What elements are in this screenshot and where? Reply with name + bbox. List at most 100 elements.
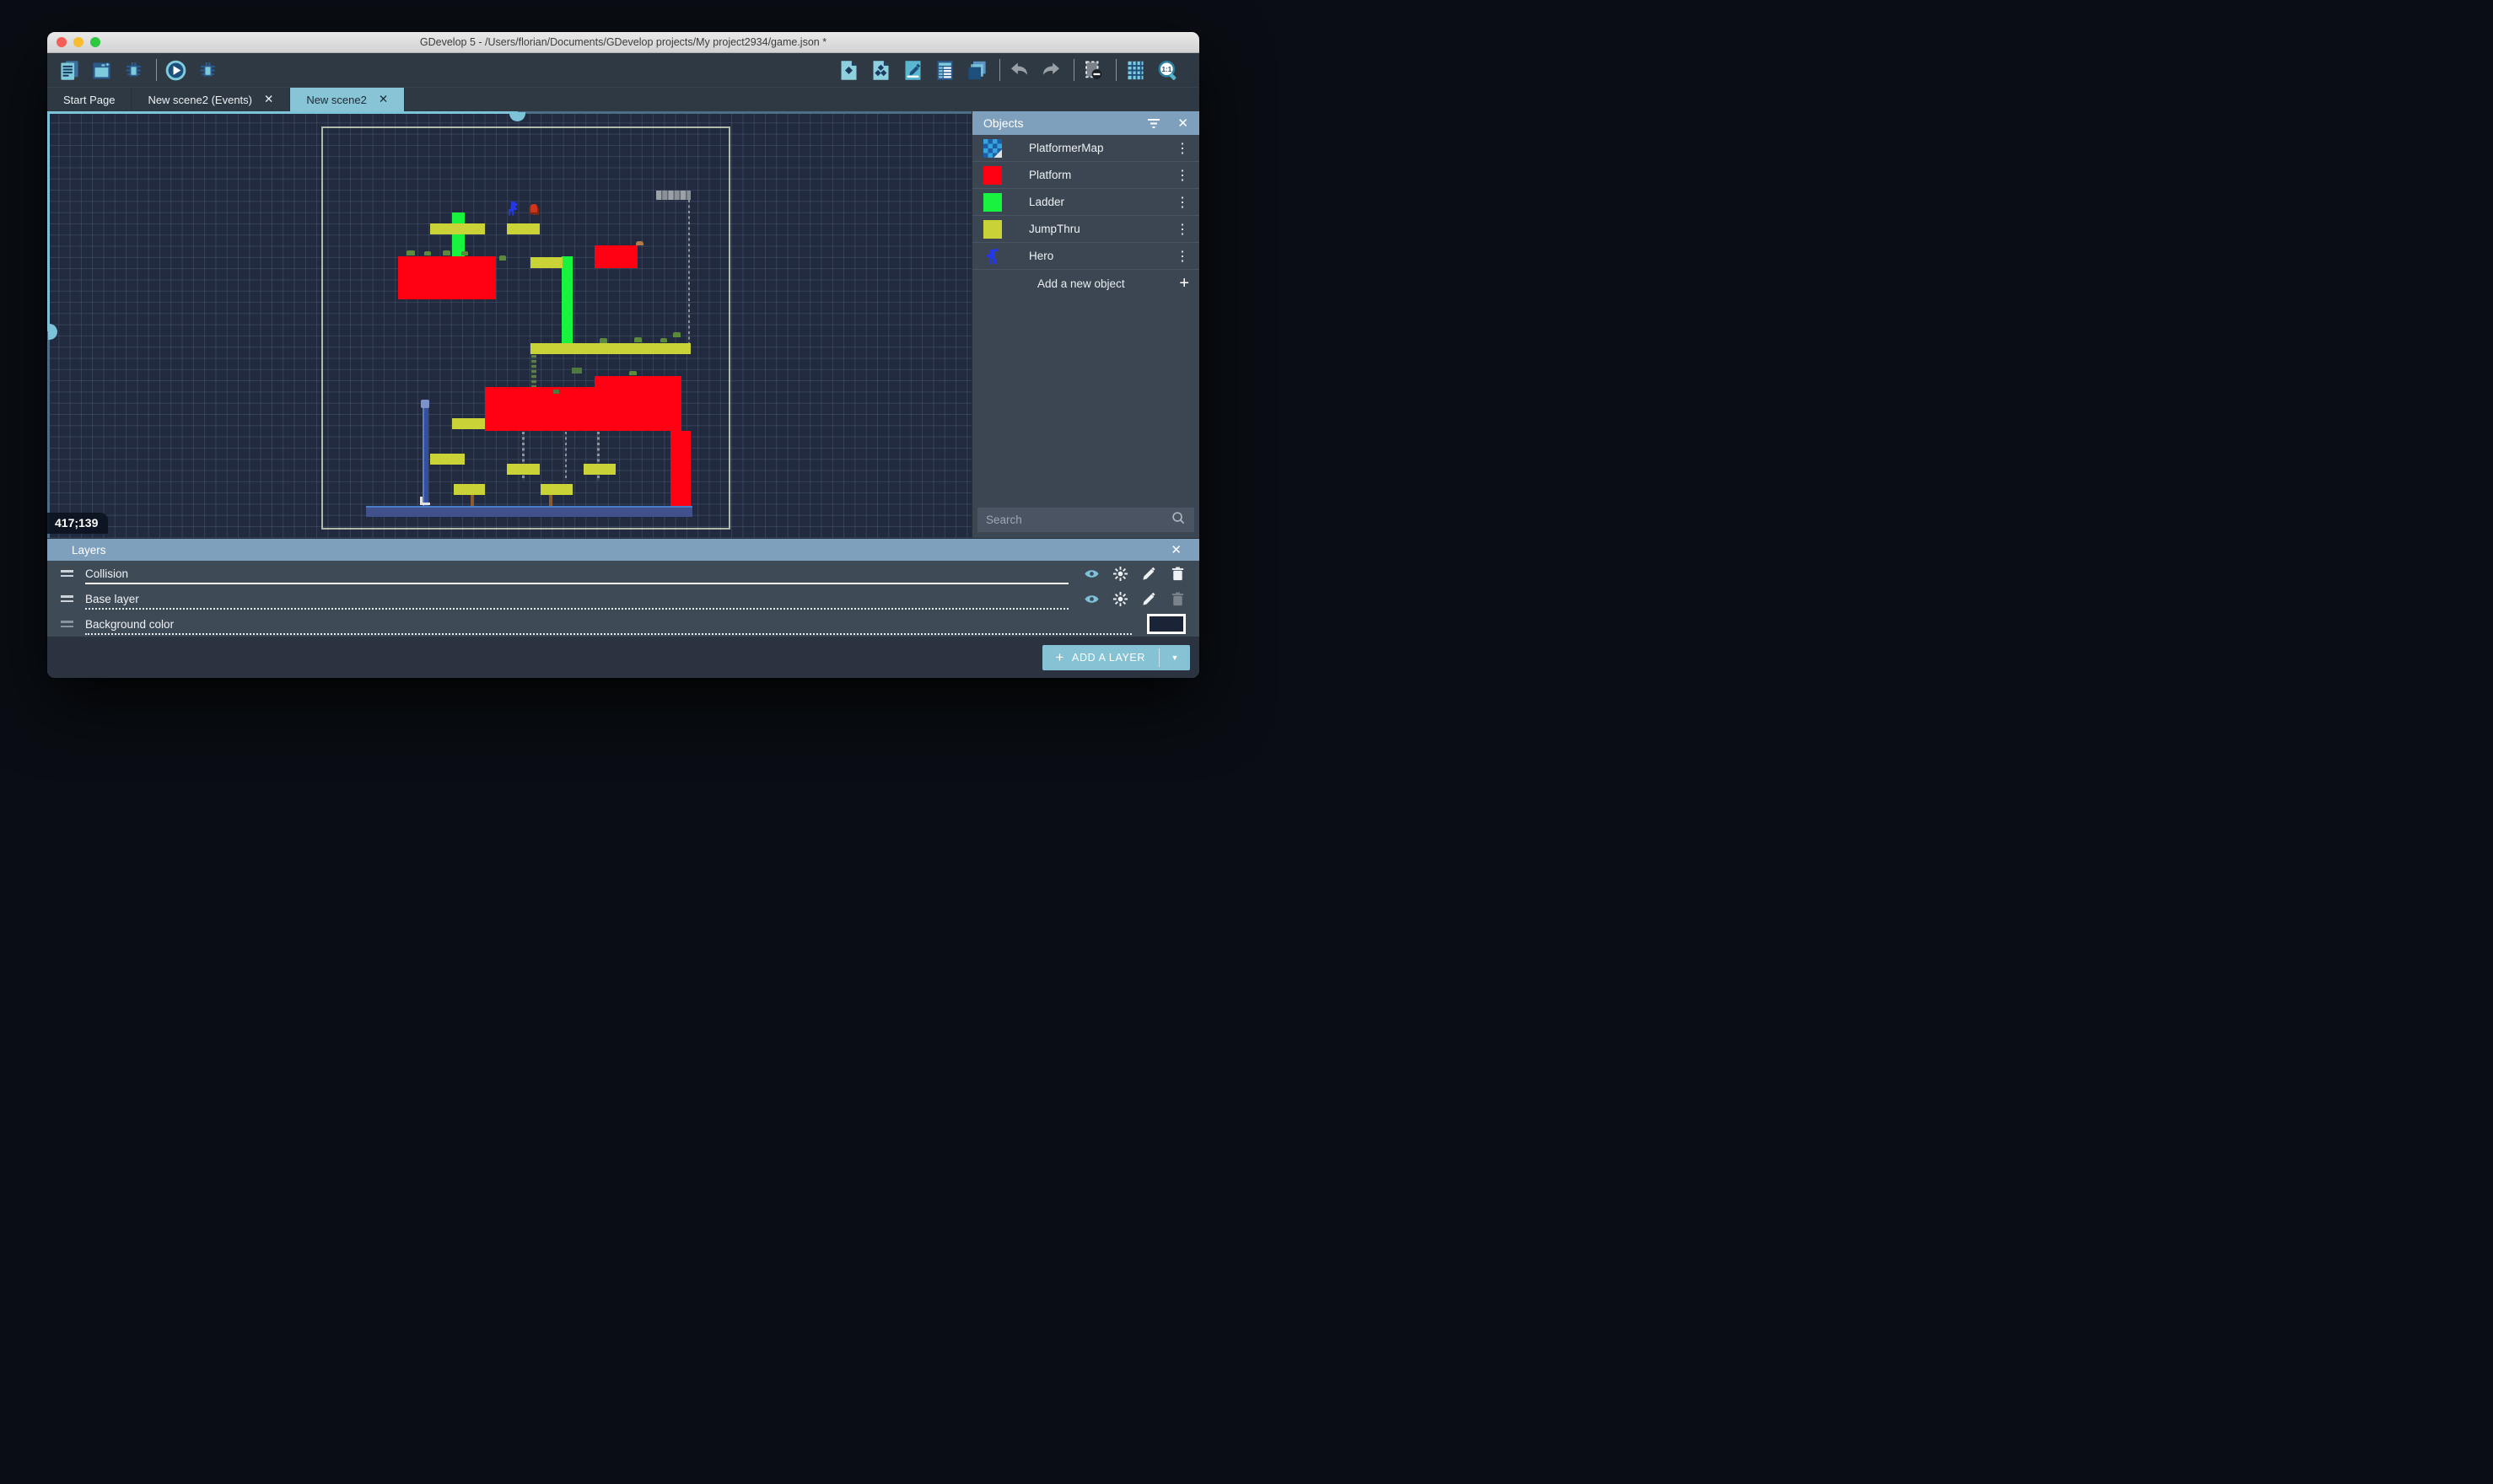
delete-icon[interactable] <box>1170 591 1186 607</box>
add-new-object-button[interactable]: Add a new object + <box>972 270 1199 298</box>
object-row-platform[interactable]: Platform⋮ <box>972 162 1199 189</box>
scene-plant[interactable] <box>572 368 582 374</box>
scene-post[interactable] <box>549 495 552 506</box>
scene-plant[interactable] <box>553 390 559 394</box>
visibility-icon[interactable] <box>1084 591 1100 607</box>
effects-icon[interactable] <box>1112 566 1128 582</box>
scene-grass-tuft[interactable] <box>634 337 642 342</box>
object-menu-kebab-icon[interactable]: ⋮ <box>1174 194 1191 211</box>
object-menu-kebab-icon[interactable]: ⋮ <box>1174 248 1191 265</box>
scene-jumpthru-instance[interactable] <box>530 257 563 268</box>
layer-row-background-color[interactable]: Background color <box>47 611 1199 637</box>
undo-icon[interactable] <box>1008 59 1031 82</box>
scene-platform-instance[interactable] <box>595 245 638 268</box>
vertical-scrollbar-thumb[interactable] <box>48 324 57 340</box>
scene-canvas[interactable]: 417;139 <box>47 111 972 538</box>
open-objects-panel-icon[interactable] <box>837 59 860 82</box>
close-icon[interactable]: ✕ <box>1177 116 1188 131</box>
object-menu-kebab-icon[interactable]: ⋮ <box>1174 221 1191 238</box>
edit-icon[interactable] <box>1141 566 1157 582</box>
scene-ground[interactable] <box>366 506 692 517</box>
scene-chain[interactable] <box>565 432 568 481</box>
vertical-scrollbar[interactable] <box>47 111 50 538</box>
add-layer-button[interactable]: + ADD A LAYER ▼ <box>1042 645 1191 670</box>
titlebar[interactable]: GDevelop 5 - /Users/florian/Documents/GD… <box>47 32 1199 53</box>
plus-icon[interactable]: + <box>1179 274 1189 293</box>
scene-grass-tuft[interactable] <box>407 250 415 255</box>
scene-jumpthru-instance[interactable] <box>584 464 617 475</box>
tab-new-scene2-events-[interactable]: New scene2 (Events)✕ <box>132 88 290 111</box>
tab-close-icon[interactable]: ✕ <box>264 94 273 105</box>
add-layer-dropdown-arrow-icon[interactable]: ▼ <box>1160 645 1190 670</box>
open-instances-list-icon[interactable] <box>934 59 956 82</box>
scene-platform-instance[interactable] <box>595 376 682 387</box>
scene-ladder-instance[interactable] <box>562 256 573 345</box>
scene-jumpthru-instance[interactable] <box>541 484 573 495</box>
object-row-platformermap[interactable]: PlatformerMap⋮ <box>972 135 1199 162</box>
scene-bricks[interactable] <box>656 191 692 201</box>
open-layers-panel-icon[interactable] <box>966 59 988 82</box>
effects-icon[interactable] <box>1112 591 1128 607</box>
scene-platform-instance[interactable] <box>485 387 681 431</box>
object-search-box[interactable] <box>977 508 1194 532</box>
scene-platform-instance[interactable] <box>670 431 691 506</box>
scene-grass-tuft[interactable] <box>600 338 607 343</box>
scene-grass-tuft[interactable] <box>660 338 667 342</box>
play-preview-icon[interactable] <box>164 59 187 82</box>
scene-post[interactable] <box>471 495 474 506</box>
open-properties-icon[interactable] <box>902 59 924 82</box>
redo-icon[interactable] <box>1040 59 1063 82</box>
filter-icon[interactable] <box>1147 117 1160 129</box>
scene-jumpthru-instance[interactable] <box>452 418 485 429</box>
debug-preview-icon[interactable] <box>197 59 219 82</box>
scene-pole-cap[interactable] <box>421 400 429 408</box>
tab-new-scene2[interactable]: New scene2✕ <box>290 88 405 111</box>
layer-row-base-layer[interactable]: Base layer <box>47 586 1199 611</box>
scene-mushroom[interactable] <box>636 241 643 245</box>
scene-grass-tuft[interactable] <box>461 251 468 255</box>
drag-handle-icon[interactable] <box>61 621 73 627</box>
scene-jumpthru-instance[interactable] <box>430 223 485 234</box>
open-object-groups-icon[interactable] <box>870 59 892 82</box>
layer-name-field[interactable]: Collision <box>85 561 1069 586</box>
object-row-jumpthru[interactable]: JumpThru⋮ <box>972 216 1199 243</box>
delete-icon[interactable] <box>1170 566 1186 582</box>
drag-handle-icon[interactable] <box>61 570 73 577</box>
scene-marker[interactable] <box>420 497 430 505</box>
scene-jumpthru-instance[interactable] <box>530 343 692 354</box>
close-button[interactable] <box>57 37 67 47</box>
scene-enemy-instance[interactable] <box>530 204 537 212</box>
layer-name-field[interactable]: Base layer <box>85 586 1069 611</box>
scene-jumpthru-instance[interactable] <box>454 484 486 495</box>
scene-jumpthru-instance[interactable] <box>507 464 540 475</box>
object-search-input[interactable] <box>986 513 1171 526</box>
toggle-grid-icon[interactable] <box>1124 59 1147 82</box>
scene-vine[interactable] <box>531 355 536 387</box>
drag-handle-icon[interactable] <box>61 595 73 602</box>
object-row-hero[interactable]: Hero⋮ <box>972 243 1199 270</box>
object-row-ladder[interactable]: Ladder⋮ <box>972 189 1199 216</box>
zoom-original-icon[interactable]: 1:1 <box>1156 59 1179 82</box>
scene-editor-icon[interactable] <box>90 59 113 82</box>
scene-grass-tuft[interactable] <box>443 250 450 255</box>
layer-row-collision[interactable]: Collision <box>47 561 1199 586</box>
scene-jumpthru-instance[interactable] <box>507 223 540 234</box>
horizontal-scrollbar[interactable] <box>47 111 972 114</box>
maximize-button[interactable] <box>90 37 100 47</box>
object-menu-kebab-icon[interactable]: ⋮ <box>1174 167 1191 184</box>
tab-close-icon[interactable]: ✕ <box>379 94 388 105</box>
scene-pole[interactable] <box>423 402 428 506</box>
scene-grass-tuft[interactable] <box>499 255 506 261</box>
horizontal-scrollbar-thumb[interactable] <box>509 112 525 121</box>
scene-jumpthru-instance[interactable] <box>430 454 465 465</box>
scene-ladder-instance[interactable] <box>452 212 465 258</box>
scene-chain[interactable] <box>688 200 691 343</box>
scene-grass-tuft[interactable] <box>424 251 431 255</box>
background-color-swatch[interactable] <box>1147 614 1186 634</box>
layer-name-field[interactable]: Background color <box>85 611 1132 637</box>
visibility-icon[interactable] <box>1084 566 1100 582</box>
scene-grass-tuft[interactable] <box>673 332 681 337</box>
edit-icon[interactable] <box>1141 591 1157 607</box>
tab-start-page[interactable]: Start Page <box>47 88 132 111</box>
scene-platform-instance[interactable] <box>398 256 497 300</box>
